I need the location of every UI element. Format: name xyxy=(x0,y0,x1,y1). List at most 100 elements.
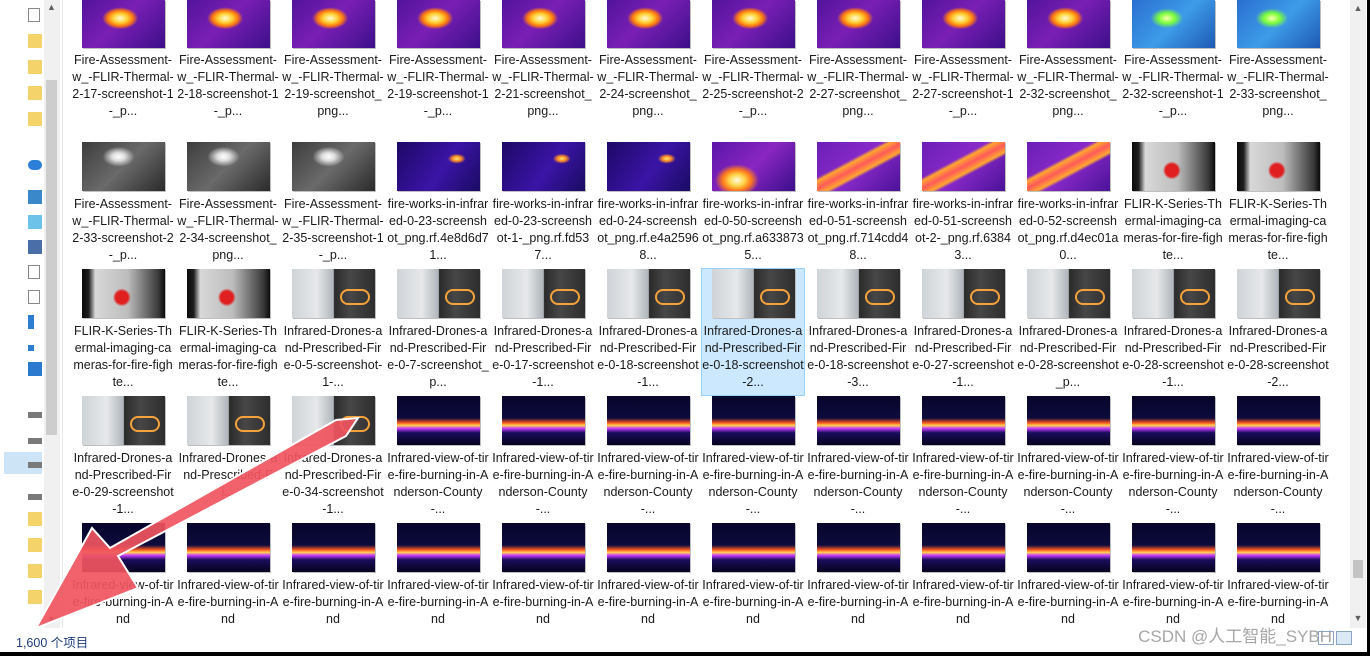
network-drive-icon[interactable] xyxy=(28,494,42,500)
folder-icon[interactable] xyxy=(28,60,42,74)
file-item[interactable]: Infrared-Drones-and-Prescribed-Fire-0-28… xyxy=(1227,269,1329,395)
file-item[interactable]: Fire-Assessment-w_-FLIR-Thermal-2-19-scr… xyxy=(282,0,384,126)
folder-icon[interactable] xyxy=(28,538,42,552)
file-item[interactable]: Fire-Assessment-w_-FLIR-Thermal-2-35-scr… xyxy=(282,142,384,268)
file-item[interactable]: Infrared-view-of-tire-fire-burning-in-An… xyxy=(912,523,1014,628)
thumbnail-image xyxy=(502,523,585,572)
file-item[interactable]: Fire-Assessment-w_-FLIR-Thermal-2-34-scr… xyxy=(177,142,279,268)
file-item[interactable]: Infrared-view-of-tire-fire-burning-in-An… xyxy=(912,396,1014,522)
file-item[interactable]: Infrared-Drones-and-Prescribed-Fire-0-18… xyxy=(807,269,909,395)
details-view-icon[interactable] xyxy=(1318,631,1334,645)
scroll-up-icon[interactable]: ▲ xyxy=(1350,2,1366,14)
downloads-icon[interactable] xyxy=(28,315,34,329)
thumbnail-image xyxy=(1027,396,1110,445)
folder-icon[interactable] xyxy=(28,34,42,48)
file-item[interactable]: fire-works-in-infrared-0-23-screenshot_p… xyxy=(387,142,489,268)
file-item[interactable]: Infrared-view-of-tire-fire-burning-in-An… xyxy=(1227,523,1329,628)
file-item[interactable]: FLIR-K-Series-Thermal-imaging-cameras-fo… xyxy=(177,269,279,395)
file-item[interactable]: Infrared-view-of-tire-fire-burning-in-An… xyxy=(807,396,909,522)
file-item[interactable]: Infrared-Drones-and-Prescribed-Fire-0-28… xyxy=(1017,269,1119,395)
folder-icon[interactable] xyxy=(28,512,42,526)
file-item[interactable]: Infrared-Drones-and-Prescribed-Fi... xyxy=(177,396,279,522)
file-item[interactable]: Infrared-Drones-and-Prescribed-Fire-0-29… xyxy=(72,396,174,522)
folder-icon[interactable] xyxy=(28,86,42,100)
file-item[interactable]: Infrared-view-of-tire-fire-burning-in-An… xyxy=(177,523,279,628)
file-item[interactable]: Infrared-view-of-tire-fire-burning-in-An… xyxy=(702,396,804,522)
file-item[interactable]: fire-works-in-infrared-0-51-screenshot-2… xyxy=(912,142,1014,268)
file-item[interactable]: Infrared-view-of-tire-fire-burning-in-An… xyxy=(807,523,909,628)
nav-scrollbar-thumb[interactable] xyxy=(46,80,57,435)
file-item[interactable]: fire-works-in-infrared-0-50-screenshot_p… xyxy=(702,142,804,268)
file-item[interactable]: FLIR-K-Series-Thermal-imaging-cameras-fo… xyxy=(1227,142,1329,268)
file-item[interactable]: Infrared-view-of-tire-fire-burning-in-An… xyxy=(702,523,804,628)
folder-icon[interactable] xyxy=(28,8,40,22)
file-item[interactable]: Infrared-view-of-tire-fire-burning-in-An… xyxy=(492,523,594,628)
folder-icon[interactable] xyxy=(28,112,42,126)
file-item[interactable]: Infrared-view-of-tire-fire-burning-in-An… xyxy=(387,523,489,628)
file-item[interactable]: Fire-Assessment-w_-FLIR-Thermal-2-19-scr… xyxy=(387,0,489,126)
file-item[interactable]: fire-works-in-infrared-0-52-screenshot_p… xyxy=(1017,142,1119,268)
drive-icon[interactable] xyxy=(28,462,42,468)
file-item[interactable]: Fire-Assessment-w_-FLIR-Thermal-2-32-scr… xyxy=(1122,0,1224,126)
nav-scroll-up-icon[interactable]: ▲ xyxy=(46,2,57,12)
file-item[interactable]: Infrared-view-of-tire-fire-burning-in-An… xyxy=(1122,396,1224,522)
file-item[interactable]: Infrared-Drones-and-Prescribed-Fire-0-27… xyxy=(912,269,1014,395)
file-item[interactable]: Infrared-view-of-tire-fire-burning-in-An… xyxy=(597,523,699,628)
file-item[interactable]: Fire-Assessment-w_-FLIR-Thermal-2-24-scr… xyxy=(597,0,699,126)
large-icons-view-icon[interactable] xyxy=(1336,631,1352,645)
file-item[interactable]: Fire-Assessment-w_-FLIR-Thermal-2-21-scr… xyxy=(492,0,594,126)
file-item[interactable]: Fire-Assessment-w_-FLIR-Thermal-2-25-scr… xyxy=(702,0,804,126)
file-item[interactable]: Infrared-view-of-tire-fire-burning-in-An… xyxy=(597,396,699,522)
file-item[interactable]: Fire-Assessment-w_-FLIR-Thermal-2-18-scr… xyxy=(177,0,279,126)
file-item[interactable]: Infrared-Drones-and-Prescribed-Fire-0-18… xyxy=(701,268,805,396)
3d-objects-icon[interactable] xyxy=(28,215,42,229)
file-item[interactable]: Infrared-view-of-tire-fire-burning-in-An… xyxy=(387,396,489,522)
thumbnail-image xyxy=(292,396,375,445)
file-grid[interactable]: Fire-Assessment-w_-FLIR-Thermal-2-17-scr… xyxy=(62,0,1340,628)
main-scrollbar[interactable]: ▲ ▼ xyxy=(1350,0,1366,628)
file-item[interactable]: Fire-Assessment-w_-FLIR-Thermal-2-33-scr… xyxy=(1227,0,1329,126)
main-scrollbar-thumb[interactable] xyxy=(1353,560,1363,578)
navigation-pane[interactable]: ▲ ▼ xyxy=(0,0,63,628)
scroll-down-icon[interactable]: ▼ xyxy=(1350,612,1366,624)
file-item[interactable]: Infrared-Drones-and-Prescribed-Fire-0-5-… xyxy=(282,269,384,395)
file-item[interactable]: Infrared-view-of-tire-fire-burning-in-An… xyxy=(492,396,594,522)
file-item[interactable]: Infrared-view-of-tire-fire-burning-in-An… xyxy=(72,523,174,628)
this-pc-icon[interactable] xyxy=(28,190,42,204)
file-name: fire-works-in-infrared-0-24-screenshot_p… xyxy=(597,197,699,262)
file-item[interactable]: Infrared-view-of-tire-fire-burning-in-An… xyxy=(1227,396,1329,522)
file-item[interactable]: Fire-Assessment-w_-FLIR-Thermal-2-32-scr… xyxy=(1017,0,1119,126)
drive-icon[interactable] xyxy=(28,438,42,444)
file-item[interactable]: Fire-Assessment-w_-FLIR-Thermal-2-33-scr… xyxy=(72,142,174,268)
file-item[interactable]: Infrared-Drones-and-Prescribed-Fire-0-28… xyxy=(1122,269,1224,395)
videos-icon[interactable] xyxy=(28,240,42,254)
file-item[interactable]: FLIR-K-Series-Thermal-imaging-cameras-fo… xyxy=(1122,142,1224,268)
file-item[interactable]: Infrared-Drones-and-Prescribed-Fire-0-7-… xyxy=(387,269,489,395)
file-item[interactable]: Infrared-view-of-tire-fire-burning-in-An… xyxy=(1122,523,1224,628)
drive-icon[interactable] xyxy=(28,412,42,418)
music-icon[interactable] xyxy=(28,345,34,351)
pictures-icon[interactable] xyxy=(28,265,40,279)
file-item[interactable]: FLIR-K-Series-Thermal-imaging-cameras-fo… xyxy=(72,269,174,395)
file-item[interactable]: Infrared-view-of-tire-fire-burning-in-An… xyxy=(282,523,384,628)
file-item[interactable]: Infrared-Drones-and-Prescribed-Fire-0-34… xyxy=(282,396,384,522)
documents-icon[interactable] xyxy=(28,290,40,304)
file-item[interactable]: fire-works-in-infrared-0-51-screenshot_p… xyxy=(807,142,909,268)
file-item[interactable]: Infrared-view-of-tire-fire-burning-in-An… xyxy=(1017,523,1119,628)
file-item[interactable]: fire-works-in-infrared-0-23-screenshot-1… xyxy=(492,142,594,268)
file-item[interactable]: Fire-Assessment-w_-FLIR-Thermal-2-27-scr… xyxy=(912,0,1014,126)
file-item[interactable]: Fire-Assessment-w_-FLIR-Thermal-2-17-scr… xyxy=(72,0,174,126)
thumbnail-image xyxy=(817,396,900,445)
file-item[interactable]: Infrared-Drones-and-Prescribed-Fire-0-18… xyxy=(597,269,699,395)
file-item[interactable]: Infrared-Drones-and-Prescribed-Fire-0-17… xyxy=(492,269,594,395)
file-item[interactable]: Infrared-view-of-tire-fire-burning-in-An… xyxy=(1017,396,1119,522)
file-name: Fire-Assessment-w_-FLIR-Thermal-2-25-scr… xyxy=(702,53,804,118)
folder-icon[interactable] xyxy=(28,564,42,578)
file-item[interactable]: fire-works-in-infrared-0-24-screenshot_p… xyxy=(597,142,699,268)
onedrive-icon[interactable] xyxy=(28,160,42,170)
nav-scroll-down-icon[interactable]: ▼ xyxy=(46,614,57,624)
file-item[interactable]: Fire-Assessment-w_-FLIR-Thermal-2-27-scr… xyxy=(807,0,909,126)
thumbnail-image xyxy=(1132,396,1215,445)
desktop-icon[interactable] xyxy=(28,362,42,376)
folder-icon[interactable] xyxy=(28,590,42,604)
